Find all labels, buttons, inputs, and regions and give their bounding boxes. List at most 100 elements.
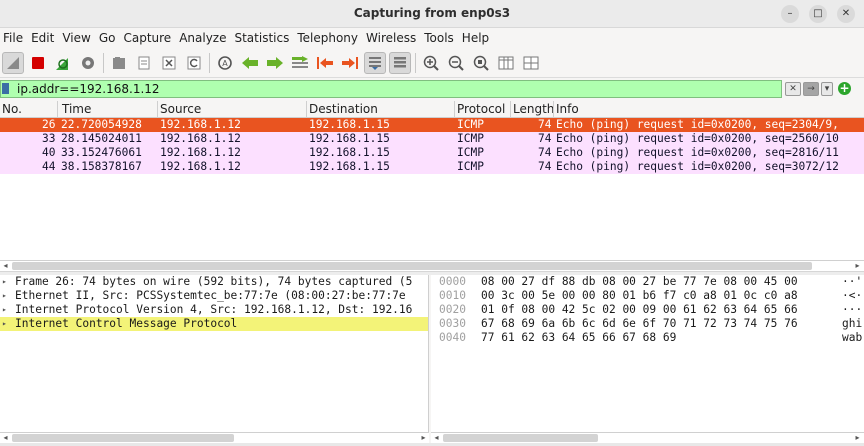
scroll-thumb[interactable] (12, 262, 812, 270)
byte-hex: 08 00 27 df 88 db 08 00 27 be 77 7e 08 0… (481, 275, 798, 288)
packet-time: 28.145024011 (61, 132, 142, 145)
zoom-normal-icon[interactable] (470, 52, 492, 74)
packet-bytes-pane: 0000 08 00 27 df 88 db 08 00 27 be 77 7e… (431, 275, 864, 432)
byte-ascii: ghi (842, 317, 863, 330)
scroll-left-icon[interactable]: ◂ (431, 433, 442, 443)
bytes-hscrollbar[interactable]: ◂ ▸ (431, 432, 864, 443)
byte-hex: 67 68 69 6a 6b 6c 6d 6e 6f 70 71 72 73 7… (481, 317, 798, 330)
minimize-button[interactable]: – (781, 5, 799, 23)
scroll-right-icon[interactable]: ▸ (852, 433, 863, 443)
go-back-icon[interactable] (239, 52, 261, 74)
packet-length: 74 (538, 160, 552, 173)
go-forward-icon[interactable] (264, 52, 286, 74)
packet-list-hscrollbar[interactable]: ◂ ▸ (0, 260, 864, 271)
bytes-row[interactable]: 0010 00 3c 00 5e 00 00 80 01 b6 f7 c0 a8… (431, 289, 864, 303)
layout-icon[interactable] (520, 52, 542, 74)
packet-no: 26 (42, 118, 56, 131)
column-header-length[interactable]: Length (513, 102, 554, 116)
scroll-thumb[interactable] (443, 434, 598, 442)
column-header-no[interactable]: No. (2, 102, 22, 116)
open-file-icon[interactable] (108, 52, 130, 74)
menu-edit[interactable]: Edit (27, 31, 58, 45)
scroll-left-icon[interactable]: ◂ (0, 433, 11, 443)
apply-filter-icon[interactable]: → (803, 82, 819, 96)
packet-details-pane: ▸ Frame 26: 74 bytes on wire (592 bits),… (0, 275, 429, 432)
byte-ascii: ·<· (842, 289, 863, 302)
packet-no: 40 (42, 146, 56, 159)
menu-capture[interactable]: Capture (119, 31, 175, 45)
detail-row-ethernet[interactable]: ▸ Ethernet II, Src: PCSSystemtec_be:77:7… (0, 289, 428, 303)
bytes-row[interactable]: 0020 01 0f 08 00 42 5c 02 00 09 00 61 62… (431, 303, 864, 317)
maximize-button[interactable]: □ (809, 5, 827, 23)
capture-options-icon[interactable] (77, 52, 99, 74)
packet-row[interactable]: 33 28.145024011 192.168.1.12 192.168.1.1… (0, 132, 864, 146)
go-first-icon[interactable] (314, 52, 336, 74)
packet-destination: 192.168.1.15 (309, 146, 390, 159)
byte-hex: 00 3c 00 5e 00 00 80 01 b6 f7 c0 a8 01 0… (481, 289, 798, 302)
menu-tools[interactable]: Tools (420, 31, 458, 45)
details-hscrollbar[interactable]: ◂ ▸ (0, 432, 429, 443)
column-header-info[interactable]: Info (556, 102, 579, 116)
toolbar-separator (415, 52, 416, 73)
stop-capture-icon[interactable] (27, 52, 49, 74)
menu-statistics[interactable]: Statistics (230, 31, 293, 45)
detail-row-ipv4[interactable]: ▸ Internet Protocol Version 4, Src: 192.… (0, 303, 428, 317)
scroll-right-icon[interactable]: ▸ (852, 261, 863, 271)
packet-row[interactable]: 26 22.720054928 192.168.1.12 192.168.1.1… (0, 118, 864, 132)
filter-dropdown-icon[interactable]: ▾ (821, 82, 833, 96)
column-header-destination[interactable]: Destination (309, 102, 378, 116)
menu-analyze[interactable]: Analyze (175, 31, 230, 45)
scroll-left-icon[interactable]: ◂ (0, 261, 11, 271)
byte-ascii: ··' (842, 275, 863, 288)
packet-time: 33.152476061 (61, 146, 142, 159)
resize-columns-icon[interactable] (495, 52, 517, 74)
bookmark-icon[interactable] (2, 83, 9, 94)
byte-hex: 77 61 62 63 64 65 66 67 68 69 (481, 331, 677, 344)
clear-filter-icon[interactable]: ✕ (785, 82, 801, 96)
bytes-row[interactable]: 0040 77 61 62 63 64 65 66 67 68 69 wab (431, 331, 864, 345)
byte-offset: 0040 (439, 331, 466, 344)
close-window-button[interactable]: ✕ (837, 5, 855, 23)
byte-offset: 0010 (439, 289, 466, 302)
zoom-out-icon[interactable] (445, 52, 467, 74)
add-filter-button-icon[interactable]: + (838, 82, 851, 95)
reload-file-icon[interactable] (183, 52, 205, 74)
packet-source: 192.168.1.12 (160, 160, 241, 173)
packet-info: Echo (ping) request id=0x0200, seq=2560/… (556, 132, 839, 145)
go-last-icon[interactable] (339, 52, 361, 74)
scroll-right-icon[interactable]: ▸ (418, 433, 429, 443)
auto-scroll-icon[interactable] (364, 51, 386, 74)
menu-help[interactable]: Help (458, 31, 493, 45)
detail-text: Internet Protocol Version 4, Src: 192.16… (15, 303, 413, 316)
find-packet-icon[interactable]: A (214, 52, 236, 74)
packet-protocol: ICMP (457, 118, 484, 131)
bytes-row[interactable]: 0030 67 68 69 6a 6b 6c 6d 6e 6f 70 71 72… (431, 317, 864, 331)
zoom-in-icon[interactable] (420, 52, 442, 74)
expand-arrow-icon[interactable]: ▸ (2, 303, 7, 317)
menu-view[interactable]: View (58, 31, 94, 45)
column-header-time[interactable]: Time (62, 102, 91, 116)
go-to-packet-icon[interactable] (289, 52, 311, 74)
packet-row[interactable]: 40 33.152476061 192.168.1.12 192.168.1.1… (0, 146, 864, 160)
colorize-icon[interactable] (389, 51, 411, 74)
display-filter-input[interactable]: ip.addr==192.168.1.12 (0, 80, 782, 98)
restart-capture-icon[interactable] (52, 52, 74, 74)
column-header-source[interactable]: Source (160, 102, 201, 116)
close-file-icon[interactable] (158, 52, 180, 74)
byte-ascii: wab (842, 331, 863, 344)
menu-wireless[interactable]: Wireless (362, 31, 420, 45)
detail-row-frame[interactable]: ▸ Frame 26: 74 bytes on wire (592 bits),… (0, 275, 428, 289)
expand-arrow-icon[interactable]: ▸ (2, 275, 7, 289)
bytes-row[interactable]: 0000 08 00 27 df 88 db 08 00 27 be 77 7e… (431, 275, 864, 289)
scroll-thumb[interactable] (12, 434, 234, 442)
packet-row[interactable]: 44 38.158378167 192.168.1.12 192.168.1.1… (0, 160, 864, 174)
menu-telephony[interactable]: Telephony (293, 31, 362, 45)
column-header-protocol[interactable]: Protocol (457, 102, 505, 116)
detail-row-icmp[interactable]: ▸ Internet Control Message Protocol (0, 317, 428, 331)
save-file-icon[interactable] (133, 52, 155, 74)
menu-go[interactable]: Go (95, 31, 120, 45)
shark-fin-start-icon[interactable] (2, 51, 24, 74)
expand-arrow-icon[interactable]: ▸ (2, 289, 7, 303)
menu-file[interactable]: File (0, 31, 27, 45)
expand-arrow-icon[interactable]: ▸ (2, 317, 7, 331)
